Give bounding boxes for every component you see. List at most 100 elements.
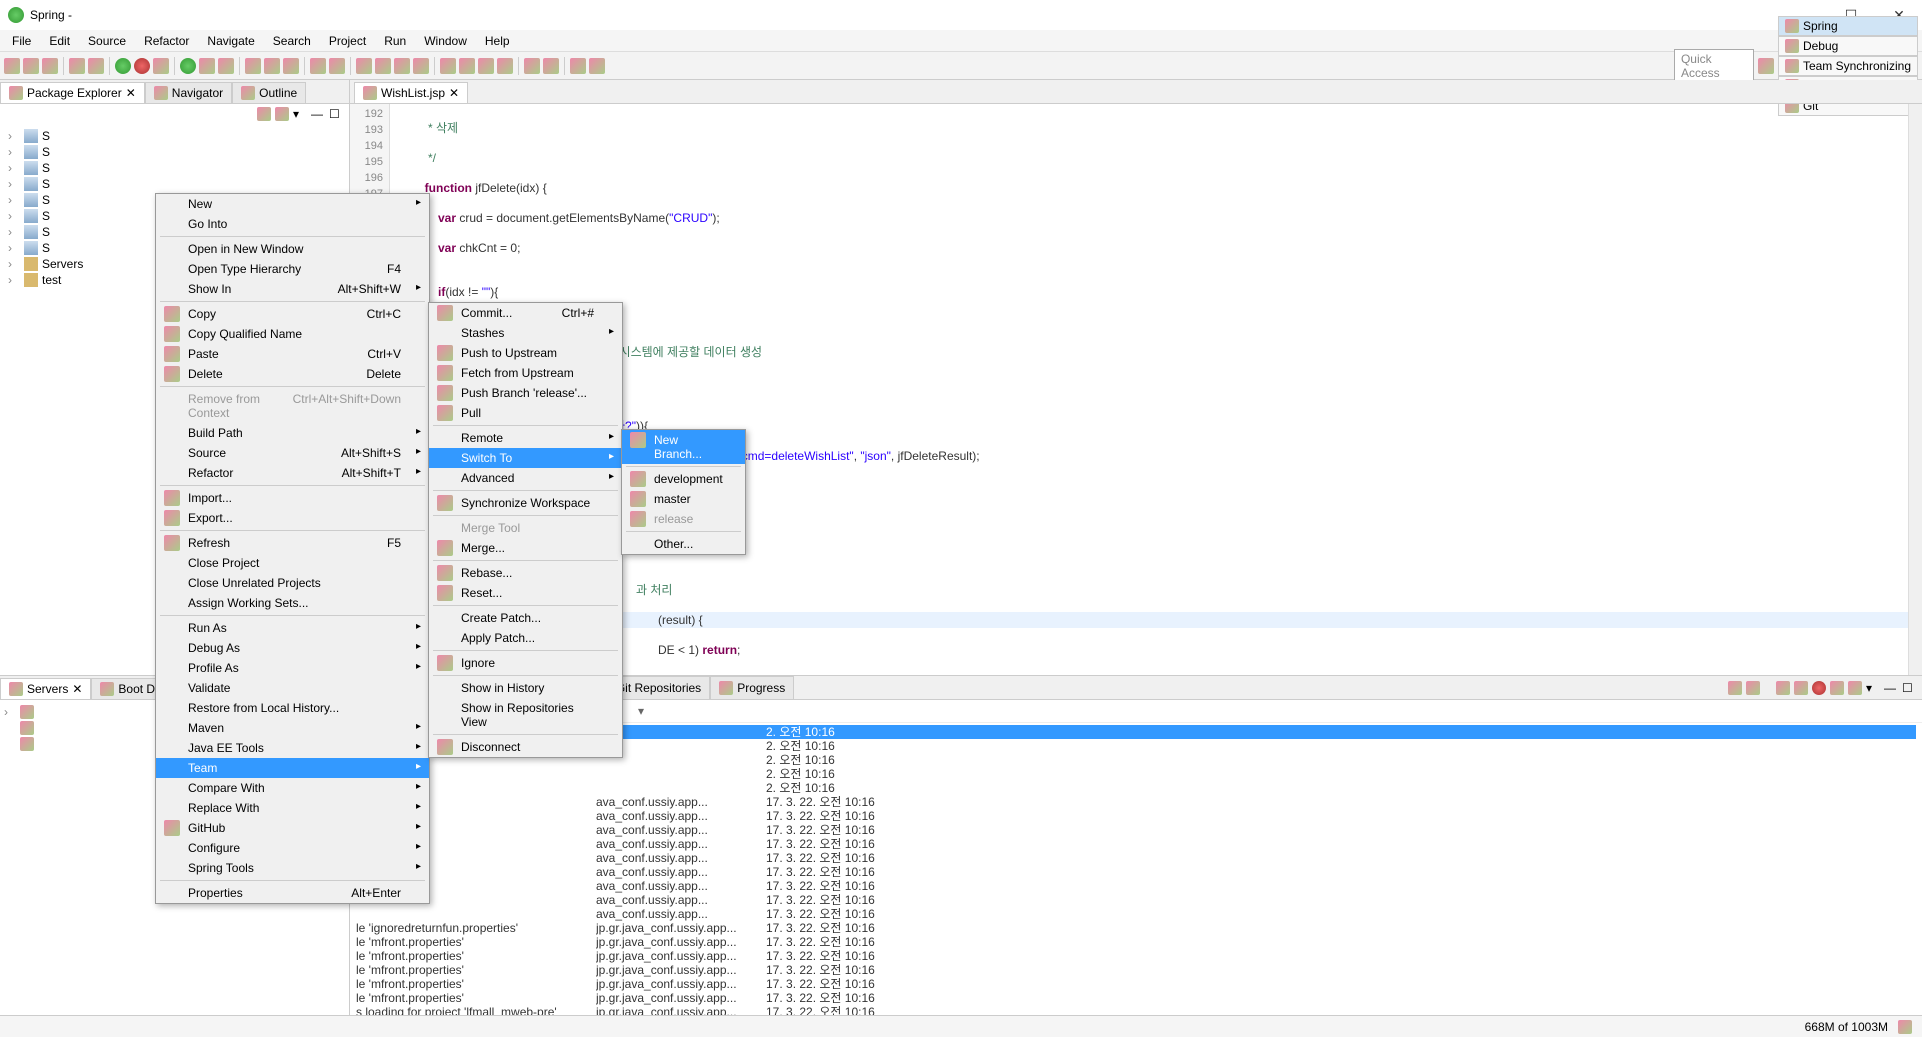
toolbar-icon[interactable]: [134, 58, 150, 74]
minimize-view-icon[interactable]: —: [1884, 681, 1898, 695]
toolbar-icon[interactable]: [283, 58, 299, 74]
menu-item-delete[interactable]: DeleteDelete: [156, 364, 429, 384]
gc-icon[interactable]: [1898, 1020, 1912, 1034]
menu-item-restore-from-local-history-[interactable]: Restore from Local History...: [156, 698, 429, 718]
toolbar-icon[interactable]: [459, 58, 475, 74]
menu-item-paste[interactable]: PasteCtrl+V: [156, 344, 429, 364]
menu-item-rebase-[interactable]: Rebase...: [429, 563, 622, 583]
menu-item-remote[interactable]: Remote: [429, 428, 622, 448]
menu-item-new[interactable]: New: [156, 194, 429, 214]
menu-item-commit-[interactable]: Commit...Ctrl+#: [429, 303, 622, 323]
log-toolbar-icon[interactable]: [1728, 681, 1742, 695]
menu-item-properties[interactable]: PropertiesAlt+Enter: [156, 883, 429, 903]
log-row[interactable]: ava_conf.ussiy.app...17. 3. 22. 오전 10:16: [356, 907, 1916, 921]
menu-item-configure[interactable]: Configure: [156, 838, 429, 858]
toolbar-icon[interactable]: [356, 58, 372, 74]
menu-edit[interactable]: Edit: [41, 32, 78, 50]
menu-item-fetch-from-upstream[interactable]: Fetch from Upstream: [429, 363, 622, 383]
view-menu-icon[interactable]: ▾: [1866, 681, 1880, 695]
back-icon[interactable]: [570, 58, 586, 74]
toolbar-icon[interactable]: [88, 58, 104, 74]
menu-run[interactable]: Run: [376, 32, 414, 50]
minimize-view-icon[interactable]: —: [311, 107, 325, 121]
perspective-debug[interactable]: Debug: [1778, 36, 1918, 56]
menu-item-show-in-history[interactable]: Show in History: [429, 678, 622, 698]
tree-item[interactable]: ›S: [8, 128, 341, 144]
close-icon[interactable]: ✕: [126, 86, 136, 100]
menu-help[interactable]: Help: [477, 32, 518, 50]
log-row[interactable]: le 'mfront.properties'jp.gr.java_conf.us…: [356, 963, 1916, 977]
menu-item-synchronize-workspace[interactable]: Synchronize Workspace: [429, 493, 622, 513]
menu-item-development[interactable]: development: [622, 469, 745, 489]
view-tab-servers[interactable]: Servers✕: [0, 678, 91, 699]
debug-icon[interactable]: [199, 58, 215, 74]
log-row[interactable]: ava_conf.ussiy.app...17. 3. 22. 오전 10:16: [356, 879, 1916, 893]
toolbar-icon[interactable]: [440, 58, 456, 74]
toolbar-icon[interactable]: [245, 58, 261, 74]
menu-window[interactable]: Window: [416, 32, 475, 50]
menu-item-open-type-hierarchy[interactable]: Open Type HierarchyF4: [156, 259, 429, 279]
maximize-view-icon[interactable]: ☐: [329, 107, 343, 121]
save-icon[interactable]: [23, 58, 39, 74]
toolbar-icon[interactable]: [329, 58, 345, 74]
menu-item-import-[interactable]: Import...: [156, 488, 429, 508]
log-row[interactable]: 2. 오전 10:16: [356, 767, 1916, 781]
tree-item[interactable]: ›S: [8, 144, 341, 160]
menu-item-spring-tools[interactable]: Spring Tools: [156, 858, 429, 878]
menu-item-debug-as[interactable]: Debug As: [156, 638, 429, 658]
collapse-icon[interactable]: [257, 107, 271, 121]
log-row[interactable]: s loading for project 'lfmall_mweb-pre'j…: [356, 1005, 1916, 1015]
toolbar-icon[interactable]: [375, 58, 391, 74]
menu-item-create-patch-[interactable]: Create Patch...: [429, 608, 622, 628]
menu-item-maven[interactable]: Maven: [156, 718, 429, 738]
toolbar-icon[interactable]: [478, 58, 494, 74]
menu-item-disconnect[interactable]: Disconnect: [429, 737, 622, 757]
save-all-icon[interactable]: [42, 58, 58, 74]
perspective-spring[interactable]: Spring: [1778, 16, 1918, 36]
toolbar-icon[interactable]: [543, 58, 559, 74]
menu-item-close-unrelated-projects[interactable]: Close Unrelated Projects: [156, 573, 429, 593]
view-tab-outline[interactable]: Outline: [232, 82, 306, 103]
context-menu-team[interactable]: Commit...Ctrl+#StashesPush to UpstreamFe…: [428, 302, 623, 758]
menu-item-java-ee-tools[interactable]: Java EE Tools: [156, 738, 429, 758]
log-toolbar-icon[interactable]: [1776, 681, 1790, 695]
toolbar-icon[interactable]: [115, 58, 131, 74]
toolbar-icon[interactable]: [264, 58, 280, 74]
context-menu-switch-to[interactable]: New Branch...developmentmasterreleaseOth…: [621, 429, 746, 555]
toolbar-icon[interactable]: [218, 58, 234, 74]
menu-refactor[interactable]: Refactor: [136, 32, 197, 50]
menu-item-close-project[interactable]: Close Project: [156, 553, 429, 573]
menu-item-ignore[interactable]: Ignore: [429, 653, 622, 673]
link-icon[interactable]: [275, 107, 289, 121]
view-tab-navigator[interactable]: Navigator: [145, 82, 232, 103]
open-perspective-icon[interactable]: [1758, 58, 1774, 74]
context-menu-main[interactable]: NewGo IntoOpen in New WindowOpen Type Hi…: [155, 193, 430, 904]
menu-item-push-branch-release-[interactable]: Push Branch 'release'...: [429, 383, 622, 403]
toolbar-icon[interactable]: [394, 58, 410, 74]
log-row[interactable]: ava_conf.ussiy.app...17. 3. 22. 오전 10:16: [356, 851, 1916, 865]
log-row[interactable]: ava_conf.ussiy.app...17. 3. 22. 오전 10:16: [356, 837, 1916, 851]
forward-icon[interactable]: [589, 58, 605, 74]
toolbar-icon[interactable]: [153, 58, 169, 74]
menu-item-new-branch-[interactable]: New Branch...: [622, 430, 745, 464]
menu-item-apply-patch-[interactable]: Apply Patch...: [429, 628, 622, 648]
menu-item-other-[interactable]: Other...: [622, 534, 745, 554]
menu-item-advanced[interactable]: Advanced: [429, 468, 622, 488]
menu-item-show-in-repositories-view[interactable]: Show in Repositories View: [429, 698, 622, 732]
menu-item-assign-working-sets-[interactable]: Assign Working Sets...: [156, 593, 429, 613]
menu-item-pull[interactable]: Pull: [429, 403, 622, 423]
log-row[interactable]: ava_conf.ussiy.app...17. 3. 22. 오전 10:16: [356, 865, 1916, 879]
menu-item-copy-qualified-name[interactable]: Copy Qualified Name: [156, 324, 429, 344]
maximize-view-icon[interactable]: ☐: [1902, 681, 1916, 695]
log-row[interactable]: le 'mfront.properties'jp.gr.java_conf.us…: [356, 977, 1916, 991]
log-toolbar-icon[interactable]: [1794, 681, 1808, 695]
menu-item-github[interactable]: GitHub: [156, 818, 429, 838]
menu-item-run-as[interactable]: Run As: [156, 618, 429, 638]
menu-item-source[interactable]: SourceAlt+Shift+S: [156, 443, 429, 463]
toolbar-icon[interactable]: [413, 58, 429, 74]
menu-item-merge-[interactable]: Merge...: [429, 538, 622, 558]
log-toolbar-icon[interactable]: [1812, 681, 1826, 695]
menu-item-copy[interactable]: CopyCtrl+C: [156, 304, 429, 324]
menu-item-profile-as[interactable]: Profile As: [156, 658, 429, 678]
close-icon[interactable]: ✕: [72, 682, 82, 696]
